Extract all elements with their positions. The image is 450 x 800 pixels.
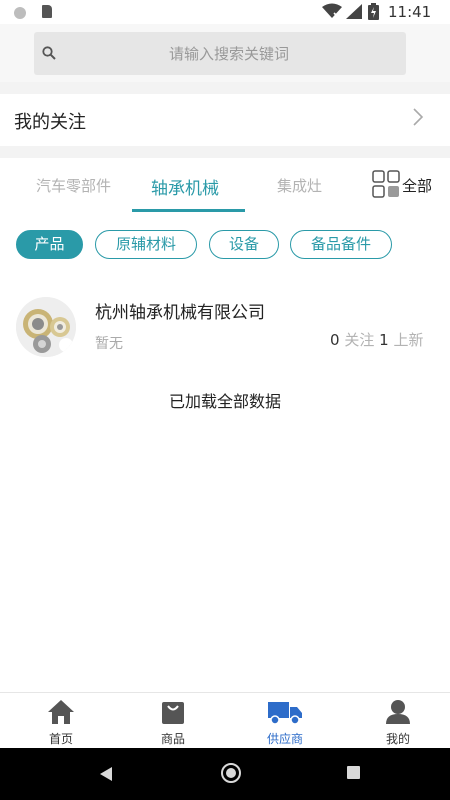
section-divider — [0, 82, 450, 94]
company-description: 暂无 — [95, 336, 123, 352]
section-divider — [0, 146, 450, 158]
search-input[interactable] — [64, 32, 394, 75]
recent-apps-icon[interactable] — [347, 766, 360, 779]
search-bar — [0, 24, 450, 82]
chip-spare-parts[interactable]: 备品备件 — [290, 230, 392, 259]
list-end-message: 已加载全部数据 — [168, 392, 281, 411]
search-icon — [42, 46, 56, 60]
new-label: 上新 — [393, 331, 424, 349]
back-icon[interactable] — [100, 767, 112, 781]
chip-equipment[interactable]: 设备 — [209, 230, 279, 259]
sim-dot-icon — [14, 7, 26, 19]
filter-chips: 产品 原辅材料 设备 备品备件 — [0, 230, 450, 266]
search-box[interactable] — [34, 32, 406, 75]
nav-products-label: 商品 — [160, 732, 185, 746]
grid-icon — [372, 170, 400, 198]
chevron-right-icon — [413, 108, 424, 126]
tab-integrated-stove[interactable]: 集成灶 — [277, 175, 322, 196]
wifi-icon — [322, 3, 342, 19]
category-tabs: 汽车零部件 轴承机械 集成灶 全部 — [0, 158, 450, 218]
nav-home[interactable]: 首页 — [5, 693, 117, 749]
battery-icon — [368, 3, 379, 20]
user-icon — [386, 700, 410, 724]
company-name: 杭州轴承机械有限公司 — [95, 303, 265, 323]
active-tab-indicator — [132, 209, 245, 212]
status-bar: 11:41 — [0, 0, 450, 24]
company-stats: 0 关注 1 上新 — [330, 329, 423, 350]
my-follows-row[interactable]: 我的关注 — [0, 94, 450, 146]
nav-suppliers[interactable]: 供应商 — [229, 693, 341, 749]
tab-bearing-machinery[interactable]: 轴承机械 — [151, 174, 219, 199]
tab-auto-parts[interactable]: 汽车零部件 — [36, 175, 111, 196]
home-circle-icon[interactable] — [221, 763, 241, 783]
company-logo — [16, 297, 76, 357]
chip-products[interactable]: 产品 — [16, 230, 83, 259]
home-icon — [48, 700, 74, 724]
system-nav-bar — [0, 748, 450, 800]
all-categories-label: 全部 — [402, 177, 433, 195]
truck-icon — [268, 702, 302, 725]
supplier-list-item[interactable]: 杭州轴承机械有限公司 暂无 0 关注 1 上新 — [0, 292, 450, 362]
follow-label: 关注 — [344, 331, 375, 349]
nav-suppliers-label: 供应商 — [266, 732, 303, 746]
bottom-nav: 首页 商品 供应商 我的 — [0, 692, 450, 748]
chip-raw-materials[interactable]: 原辅材料 — [95, 230, 197, 259]
sd-card-icon — [42, 5, 52, 18]
follow-count: 0 — [330, 331, 340, 349]
new-count: 1 — [379, 331, 389, 349]
nav-profile[interactable]: 我的 — [342, 693, 450, 749]
nav-products[interactable]: 商品 — [117, 693, 229, 749]
nav-profile-label: 我的 — [385, 732, 410, 746]
nav-home-label: 首页 — [48, 732, 73, 746]
signal-icon — [346, 4, 362, 19]
status-time: 11:41 — [388, 3, 432, 21]
my-follows-title: 我的关注 — [14, 112, 86, 133]
all-categories-button[interactable]: 全部 — [372, 170, 436, 200]
shopping-bag-icon — [162, 702, 184, 724]
